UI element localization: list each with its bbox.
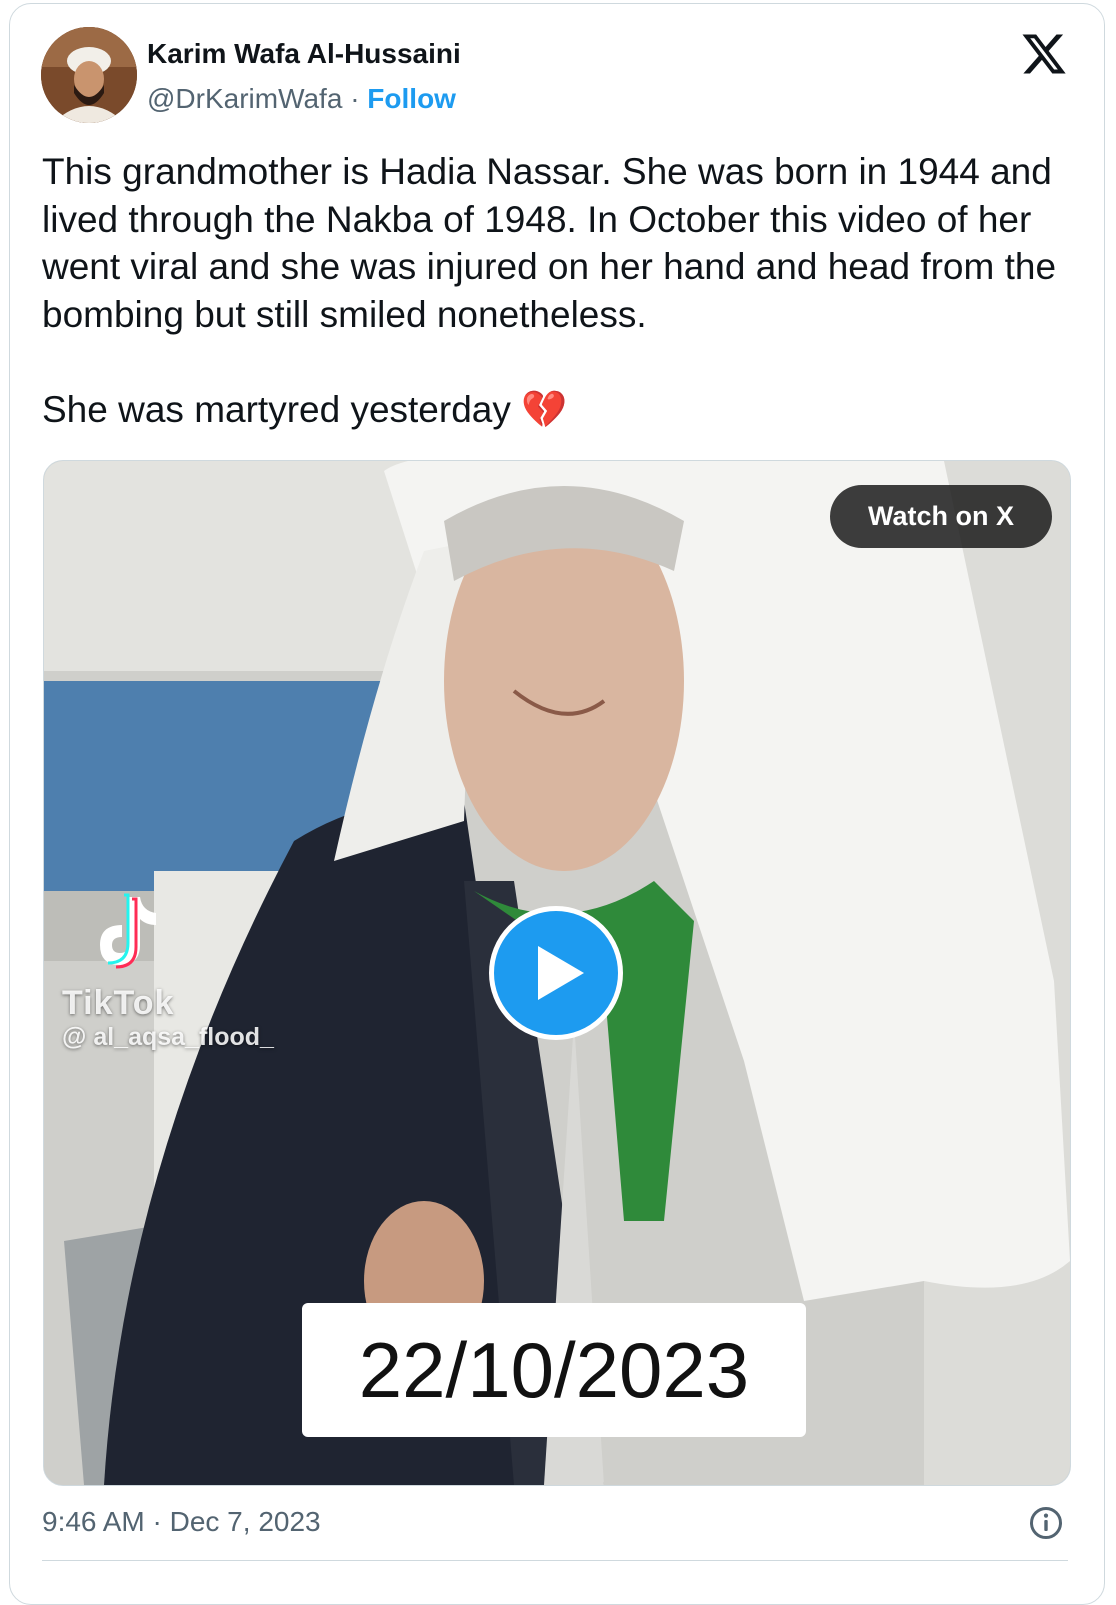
author-name[interactable]: Karim Wafa Al-Hussaini — [147, 38, 461, 70]
tiktok-brand: TikTok — [62, 984, 175, 1022]
author-avatar[interactable] — [41, 27, 137, 123]
x-logo-icon[interactable] — [1018, 30, 1070, 78]
play-icon — [538, 946, 584, 1000]
tweet-paragraph-2-text: She was martyred yesterday — [42, 389, 511, 430]
author-handle[interactable]: @DrKarimWafa — [147, 83, 342, 114]
broken-heart-emoji: 💔 — [521, 389, 568, 430]
follow-button[interactable]: Follow — [367, 83, 456, 114]
tweet-paragraph-2: She was martyred yesterday 💔 — [42, 386, 1082, 434]
play-button[interactable] — [489, 906, 623, 1040]
avatar-image — [41, 27, 137, 123]
video-date-overlay: 22/10/2023 — [302, 1303, 806, 1437]
author-handle-row: @DrKarimWafa · Follow — [147, 83, 456, 115]
tiktok-username: @ al_aqsa_flood_ — [62, 1023, 274, 1051]
video-player[interactable]: Watch on X TikTok @ al_aqsa_flood_ 22/10… — [43, 460, 1071, 1486]
footer-divider — [42, 1560, 1068, 1561]
tiktok-logo-icon — [100, 893, 156, 969]
tweet-paragraph-1: This grandmother is Hadia Nassar. She wa… — [42, 151, 1057, 335]
watch-on-x-button[interactable]: Watch on X — [830, 485, 1052, 548]
tweet-text: This grandmother is Hadia Nassar. She wa… — [42, 148, 1082, 434]
info-icon[interactable] — [1029, 1506, 1063, 1540]
separator-dot: · — [350, 83, 360, 114]
tweet-timestamp[interactable]: 9:46 AM · Dec 7, 2023 — [42, 1506, 321, 1538]
tiktok-watermark: TikTok @ al_aqsa_flood_ — [62, 893, 274, 1052]
